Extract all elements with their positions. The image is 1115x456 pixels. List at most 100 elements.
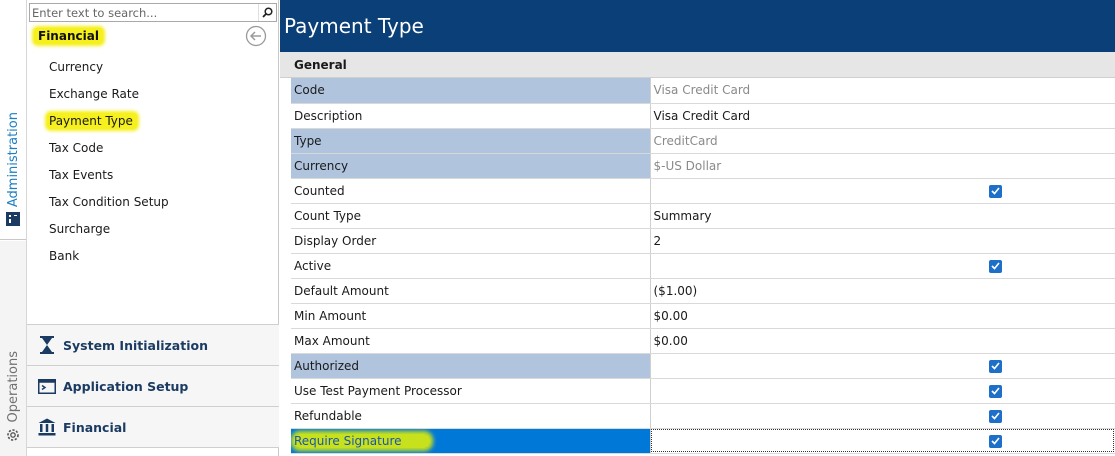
rail-ops-label-wrap: Operations — [1, 349, 25, 424]
property-row-count-type[interactable]: Count Type Summary — [291, 203, 1115, 229]
property-row-require-signature[interactable]: Require Signature — [291, 428, 1115, 454]
property-row-display-order[interactable]: Display Order 2 — [291, 228, 1115, 254]
property-value-cell: $-US Dollar — [650, 153, 1115, 179]
property-value: ($1.00) — [653, 283, 698, 298]
property-value: 2 — [653, 233, 662, 248]
property-group-header[interactable]: General — [280, 52, 1115, 78]
rail-tab-administration-label: Administration — [5, 112, 21, 208]
property-name: Counted — [294, 183, 345, 198]
property-name: Default Amount — [294, 283, 389, 298]
search-input[interactable] — [30, 4, 258, 21]
sidebar-item-surcharge[interactable]: Surcharge — [27, 216, 279, 243]
group-label: Financial — [63, 419, 127, 435]
page-header: Payment Type — [280, 0, 1115, 52]
console-icon — [38, 378, 56, 394]
group-icon-wrap — [37, 376, 57, 396]
checkmark-icon — [990, 387, 1000, 395]
group-financial[interactable]: Financial — [27, 406, 279, 448]
property-name: Authorized — [294, 358, 360, 373]
sidebar-item-label: Exchange Rate — [49, 87, 139, 101]
sidebar-item-bank[interactable]: Bank — [27, 243, 279, 270]
property-row-use-test-payment-processor[interactable]: Use Test Payment Processor — [291, 378, 1115, 404]
group-system-initialization[interactable]: System Initialization — [27, 324, 279, 365]
property-row-code[interactable]: Code Visa Credit Card — [291, 78, 1115, 104]
sidebar-item-label: Surcharge — [49, 222, 111, 236]
sidebar: Financial Currency Exchange Rate Payment… — [27, 0, 279, 456]
property-row-description[interactable]: Description Visa Credit Card — [291, 103, 1115, 129]
property-name-cell: Use Test Payment Processor — [291, 378, 651, 404]
property-value-cell — [650, 353, 1115, 379]
sidebar-section-title: Financial — [34, 28, 103, 44]
hourglass-icon — [40, 336, 54, 354]
checkmark-icon — [990, 362, 1000, 370]
checkbox[interactable] — [988, 434, 1002, 448]
checkbox[interactable] — [988, 259, 1002, 273]
property-name-cell: Authorized — [291, 353, 651, 379]
checkbox[interactable] — [988, 384, 1002, 398]
group-label: Application Setup — [63, 378, 189, 394]
property-row-counted[interactable]: Counted — [291, 178, 1115, 204]
property-name-cell: Display Order — [291, 228, 651, 254]
sidebar-item-payment-type[interactable]: Payment Type — [27, 108, 279, 135]
module-rail: Administration Operations — [0, 0, 27, 456]
checkmark-icon — [990, 262, 1000, 270]
property-name-cell: Counted — [291, 178, 651, 204]
sidebar-item-tax-code[interactable]: Tax Code — [27, 135, 279, 162]
group-label: System Initialization — [63, 337, 208, 353]
property-name-cell: Require Signature — [291, 428, 651, 454]
property-grid: Code Visa Credit Card Description Visa Cred… — [291, 78, 1115, 454]
property-row-currency[interactable]: Currency $-US Dollar — [291, 153, 1115, 179]
sidebar-item-label: Tax Condition Setup — [49, 195, 169, 209]
sidebar-nav-list: Currency Exchange Rate Payment Type Tax … — [27, 54, 279, 270]
property-value-cell[interactable]: Summary — [650, 203, 1115, 229]
property-name-cell: Active — [291, 253, 651, 279]
property-name: Code — [294, 83, 325, 98]
sidebar-item-label: Bank — [49, 249, 80, 263]
checkbox[interactable] — [988, 409, 1002, 423]
rail-tab-administration[interactable]: Administration — [0, 0, 26, 240]
property-value-cell — [650, 178, 1115, 204]
property-row-default-amount[interactable]: Default Amount ($1.00) — [291, 278, 1115, 304]
sidebar-item-tax-events[interactable]: Tax Events — [27, 162, 279, 189]
sidebar-item-exchange-rate[interactable]: Exchange Rate — [27, 81, 279, 108]
property-value-cell[interactable]: 2 — [650, 228, 1115, 254]
sidebar-section-header: Financial — [27, 24, 279, 48]
group-application-setup[interactable]: Application Setup — [27, 365, 279, 406]
property-name: Description — [294, 108, 363, 123]
property-row-authorized[interactable]: Authorized — [291, 353, 1115, 379]
search-button[interactable] — [258, 4, 276, 21]
property-name: Currency — [294, 158, 349, 173]
property-name-cell: Min Amount — [291, 303, 651, 329]
property-row-min-amount[interactable]: Min Amount $0.00 — [291, 303, 1115, 329]
sidebar-item-currency[interactable]: Currency — [27, 54, 279, 81]
property-value: $0.00 — [653, 308, 688, 323]
rail-tab-operations[interactable]: Operations — [0, 241, 26, 456]
property-value: CreditCard — [653, 133, 718, 148]
property-value-cell[interactable]: $0.00 — [650, 328, 1115, 354]
property-row-active[interactable]: Active — [291, 253, 1115, 279]
property-name: Refundable — [294, 408, 362, 423]
property-value: Visa Credit Card — [653, 83, 751, 98]
property-value: Summary — [653, 208, 712, 223]
checkbox[interactable] — [988, 184, 1002, 198]
back-arrow-icon[interactable] — [245, 25, 267, 47]
rail-admin-label-wrap: Administration — [1, 110, 25, 210]
search-box — [29, 3, 277, 22]
sidebar-item-label: Payment Type — [47, 113, 137, 129]
gear-icon — [7, 429, 19, 441]
property-row-max-amount[interactable]: Max Amount $0.00 — [291, 328, 1115, 354]
sidebar-item-label: Tax Events — [49, 168, 114, 182]
sidebar-item-tax-condition-setup[interactable]: Tax Condition Setup — [27, 189, 279, 216]
checkmark-icon — [990, 437, 1000, 445]
property-row-type[interactable]: Type CreditCard — [291, 128, 1115, 154]
property-value-cell — [650, 253, 1115, 279]
page-title: Payment Type — [284, 14, 424, 38]
property-row-refundable[interactable]: Refundable — [291, 403, 1115, 429]
property-value-cell[interactable]: ($1.00) — [650, 278, 1115, 304]
property-value-cell: CreditCard — [650, 128, 1115, 154]
property-value: Visa Credit Card — [653, 108, 751, 123]
property-value-cell[interactable]: Visa Credit Card — [650, 103, 1115, 129]
property-value-cell[interactable]: $0.00 — [650, 303, 1115, 329]
property-value-cell — [650, 378, 1115, 404]
property-name-cell: Default Amount — [291, 278, 651, 304]
